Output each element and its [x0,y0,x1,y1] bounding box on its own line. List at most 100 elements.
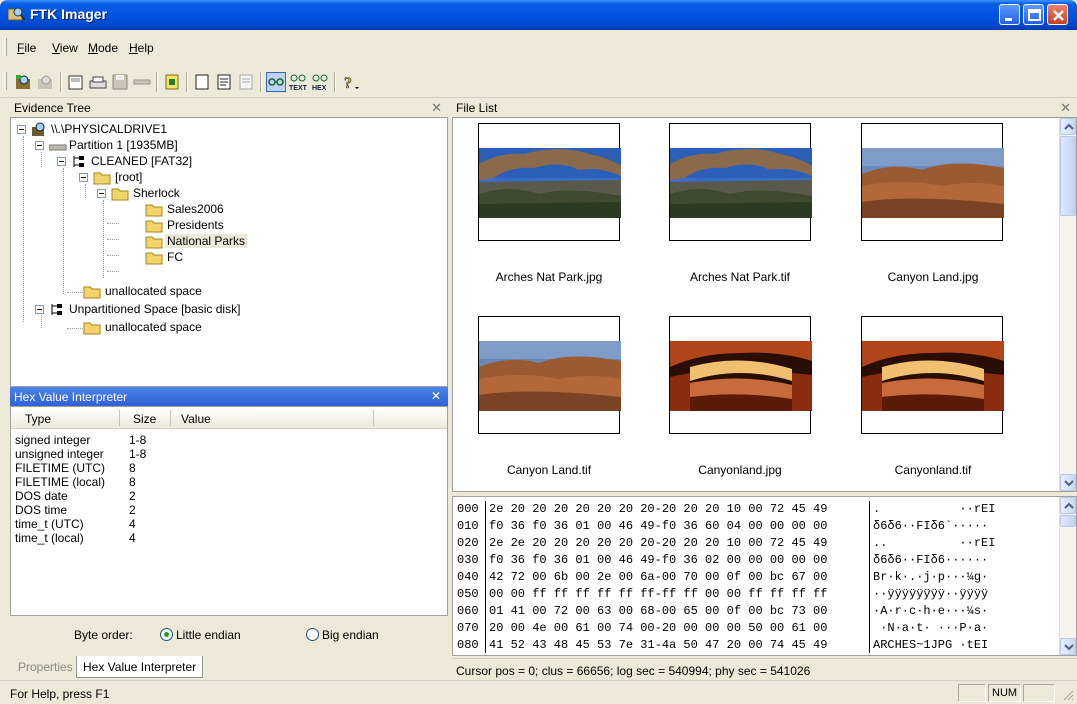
column-divider[interactable] [373,410,374,426]
export-files-icon[interactable] [110,72,130,92]
tab-hex-value-interpreter[interactable]: Hex Value Interpreter [76,656,204,678]
close-button[interactable] [1047,4,1068,25]
collapse-icon[interactable] [97,189,106,198]
tree-line [107,271,119,272]
scroll-down-button[interactable] [1060,638,1076,655]
file-name[interactable]: Arches Nat Park.jpg [449,270,649,284]
interpreter-row[interactable]: signed integer [15,434,90,446]
interpreter-row[interactable]: FILETIME (local) [15,476,105,488]
file-name[interactable]: Arches Nat Park.tif [640,270,840,284]
interpreter-row[interactable]: FILETIME (UTC) [15,462,105,474]
scroll-thumb[interactable] [1060,136,1076,216]
auto-view-icon[interactable] [266,72,286,92]
scroll-down-button[interactable] [1060,474,1076,491]
tree-node-physicaldrive1[interactable]: \\.\PHYSICALDRIVE1 [17,122,317,138]
tree-line [107,223,119,224]
thumbnail-canyon-land-jpg[interactable] [861,123,1004,241]
evidence-tree[interactable]: \\.\PHYSICALDRIVE1 Partition 1 [1935MB] … [10,117,448,387]
verify-drive-icon[interactable] [162,72,182,92]
tree-node-unpartitioned-space[interactable]: Unpartitioned Space [basic disk] [35,302,355,318]
help-icon[interactable]: ? [340,72,360,92]
file-name[interactable]: Canyon Land.tif [449,463,649,477]
collapse-icon[interactable] [79,173,88,182]
tree-node-sales2006[interactable]: Sales2006 [119,202,419,218]
thumbnail-arches-jpg[interactable] [478,123,621,241]
minimize-button[interactable] [999,4,1020,25]
tree-node-sherlock[interactable]: Sherlock [97,186,397,202]
interpreter-row[interactable]: DOS time [15,504,67,516]
column-divider[interactable] [170,410,171,426]
tree-node-root[interactable]: [root] [79,170,379,186]
thumbnail-canyonland-tif[interactable] [861,316,1004,434]
big-endian-label[interactable]: Big endian [322,628,379,642]
report-icon[interactable] [236,72,256,92]
menu-file[interactable]: File [17,41,36,55]
tree-line [67,292,83,293]
tab-properties[interactable]: Properties [12,656,79,678]
evidence-tree-close-icon[interactable]: ✕ [431,100,442,116]
column-divider[interactable] [119,410,120,426]
file-list-header: File List ✕ [452,99,1077,117]
tree-node-cleaned-fat32[interactable]: CLEANED [FAT32] [57,154,357,170]
little-endian-radio[interactable] [160,628,173,641]
collapse-icon[interactable] [57,157,66,166]
tree-node-presidents[interactable]: Presidents [119,218,419,234]
image-mounting-icon[interactable] [132,72,152,92]
tree-node-national-parks[interactable]: National Parks [119,234,419,250]
hex-view-icon[interactable]: HEX [310,72,330,92]
thumbnail-canyon-land-tif[interactable] [478,316,621,434]
bottom-tabs: Properties Hex Value Interpreter [10,656,448,680]
interpreter-row[interactable]: unsigned integer [15,448,104,460]
little-endian-label[interactable]: Little endian [176,628,241,642]
file-list-scrollbar[interactable] [1059,118,1076,491]
file-name[interactable]: Canyon Land.jpg [833,270,1033,284]
scroll-up-button[interactable] [1060,118,1076,135]
interpreter-row[interactable]: time_t (UTC) [15,518,84,530]
interpreter-row[interactable]: time_t (local) [15,532,84,544]
tree-node-partition1[interactable]: Partition 1 [1935MB] [35,138,335,154]
menu-view[interactable]: View [52,41,78,55]
interpreter-size: 2 [129,489,136,503]
collapse-icon[interactable] [35,141,44,150]
file-list-close-icon[interactable]: ✕ [1060,100,1071,116]
scroll-up-button[interactable] [1060,497,1076,514]
file-name[interactable]: Canyonland.tif [833,463,1033,477]
thumbnail-arches-tif[interactable] [669,123,812,241]
remove-evidence-icon[interactable] [36,72,56,92]
view-files-icon[interactable] [192,72,212,92]
resize-grip-icon[interactable] [1062,689,1074,704]
hex-interpreter-list[interactable]: Type Size Value signed integer 1-8 unsig… [10,406,448,616]
hex-view[interactable]: 000 2e 20 20 20 20 20 20 20-20 20 20 10 0… [452,496,1077,656]
folder-icon [83,320,101,338]
file-name[interactable]: Canyonland.jpg [640,463,840,477]
export-disk-image-icon[interactable] [88,72,108,92]
menu-mode[interactable]: Mode [88,41,118,55]
text-view-icon[interactable]: TEXT [288,72,308,92]
toolbar-grip[interactable] [4,72,7,90]
collapse-icon[interactable] [17,125,26,134]
big-endian-radio[interactable] [306,628,319,641]
column-size[interactable]: Size [133,412,156,426]
add-evidence-icon[interactable] [14,72,34,92]
hex-interpreter-close-icon[interactable]: ✕ [431,389,441,403]
evidence-tree-header: Evidence Tree ✕ [10,99,448,117]
column-type[interactable]: Type [25,412,51,426]
tree-node-unallocated-space-2[interactable]: unallocated space [83,320,383,336]
scroll-thumb[interactable] [1060,515,1076,527]
hex-view-scrollbar[interactable] [1059,497,1076,655]
tree-line [103,200,104,278]
maximize-button[interactable] [1023,4,1044,25]
thumbnail-canyonland-jpg[interactable] [669,316,812,434]
file-list[interactable]: Arches Nat Park.jpg Arches Nat Park.tif … [452,117,1077,492]
tree-node-fc[interactable]: FC [119,250,419,266]
interpreter-row[interactable]: DOS date [15,490,68,502]
properties-icon[interactable] [214,72,234,92]
collapse-icon[interactable] [35,305,44,314]
column-value[interactable]: Value [181,412,211,426]
create-image-icon[interactable] [66,72,86,92]
tree-node-unallocated-space[interactable]: unallocated space [83,284,383,300]
menu-help[interactable]: Help [129,41,154,55]
title-bar[interactable]: FTK Imager [0,0,1077,30]
menubar-grip[interactable] [4,38,7,56]
interpreter-size: 4 [129,517,136,531]
